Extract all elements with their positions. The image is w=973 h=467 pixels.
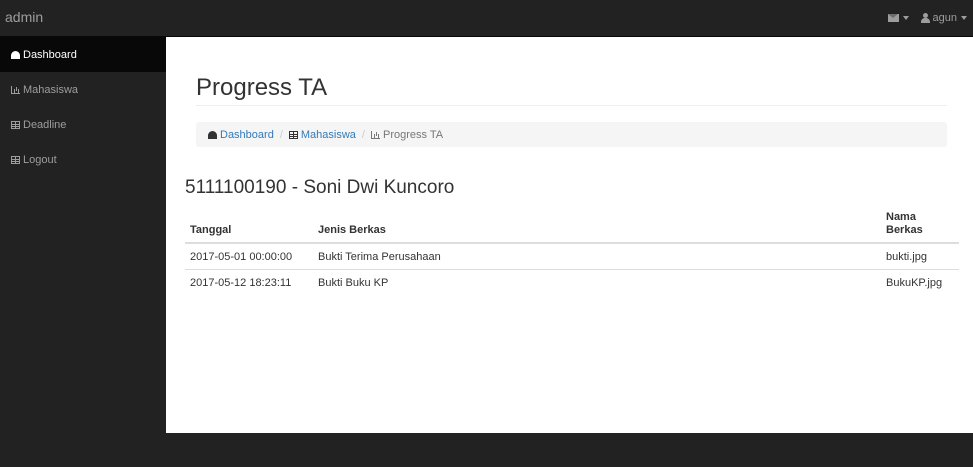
progress-table: Tanggal Jenis Berkas Nama Berkas 2017-05… [185, 208, 959, 295]
breadcrumb-separator: / [361, 128, 365, 141]
breadcrumb-dashboard[interactable]: Dashboard [208, 129, 274, 141]
cell-tanggal: 2017-05-01 00:00:00 [190, 250, 293, 263]
caret-down-icon [961, 16, 967, 20]
sidebar-item-dashboard[interactable]: Dashboard [0, 37, 166, 72]
cell-nama-berkas: bukti.jpg [886, 250, 927, 263]
cell-tanggal: 2017-05-12 18:23:11 [185, 268, 313, 295]
envelope-icon [887, 14, 899, 22]
cell-nama-berkas: BukuKP.jpg [881, 268, 959, 295]
table-icon [11, 155, 20, 164]
cell-jenis-berkas: Bukti Terima Perusahaan [318, 250, 441, 263]
cell-jenis-berkas: Bukti Buku KP [313, 268, 881, 295]
sidebar-item-label: Logout [23, 153, 57, 166]
column-header-jenis-berkas: Jenis Berkas [313, 208, 881, 244]
bar-chart-icon [370, 130, 380, 139]
sidebar-item-logout[interactable]: Logout [0, 142, 166, 177]
breadcrumb: Dashboard / Mahasiswa / Progress TA [196, 122, 947, 147]
breadcrumb-label: Dashboard [220, 128, 274, 141]
sidebar-item-label: Mahasiswa [23, 83, 79, 96]
caret-down-icon [902, 16, 909, 20]
dashboard-icon [11, 50, 20, 59]
table-row: 2017-05-01 00:00:00 Bukti Terima Perusah… [185, 243, 959, 269]
breadcrumb-label: Progress TA [382, 128, 444, 141]
top-navbar: admin agun [0, 0, 973, 37]
user-dropdown[interactable]: agun [920, 12, 967, 24]
user-name: agun [932, 12, 957, 24]
sidebar-item-deadline[interactable]: Deadline [0, 107, 166, 142]
breadcrumb-label: Mahasiswa [300, 128, 356, 141]
footer-bar [0, 433, 973, 467]
breadcrumb-mahasiswa[interactable]: Mahasiswa [288, 128, 356, 141]
student-heading: 5111100190 - Soni Dwi Kuncoro [185, 177, 455, 198]
table-icon [11, 120, 20, 129]
page-header: Progress TA [196, 75, 947, 106]
table-row: 2017-05-12 18:23:11 Bukti Buku KP BukuKP… [185, 268, 959, 295]
sidebar-item-label: Deadline [23, 118, 67, 131]
brand-link[interactable]: admin [5, 9, 43, 25]
column-header-nama-berkas: Nama Berkas [881, 208, 959, 244]
table-header-row: Tanggal Jenis Berkas Nama Berkas [185, 208, 959, 244]
sidebar: Dashboard Mahasiswa Deadline Logout [0, 37, 166, 433]
sidebar-item-mahasiswa[interactable]: Mahasiswa [0, 72, 166, 107]
user-icon [920, 13, 930, 23]
column-header-tanggal: Tanggal [185, 208, 313, 244]
table-icon [288, 130, 298, 139]
navbar-right: agun [876, 12, 967, 24]
page-title: Progress TA [196, 74, 328, 101]
main-content: Progress TA Dashboard / Mahasiswa / Prog… [166, 37, 973, 433]
breadcrumb-progress-ta: Progress TA [370, 128, 444, 141]
breadcrumb-separator: / [279, 128, 283, 141]
messages-dropdown[interactable] [887, 14, 909, 22]
bar-chart-icon [11, 85, 20, 94]
dashboard-icon [208, 130, 217, 139]
sidebar-item-label: Dashboard [23, 48, 77, 61]
